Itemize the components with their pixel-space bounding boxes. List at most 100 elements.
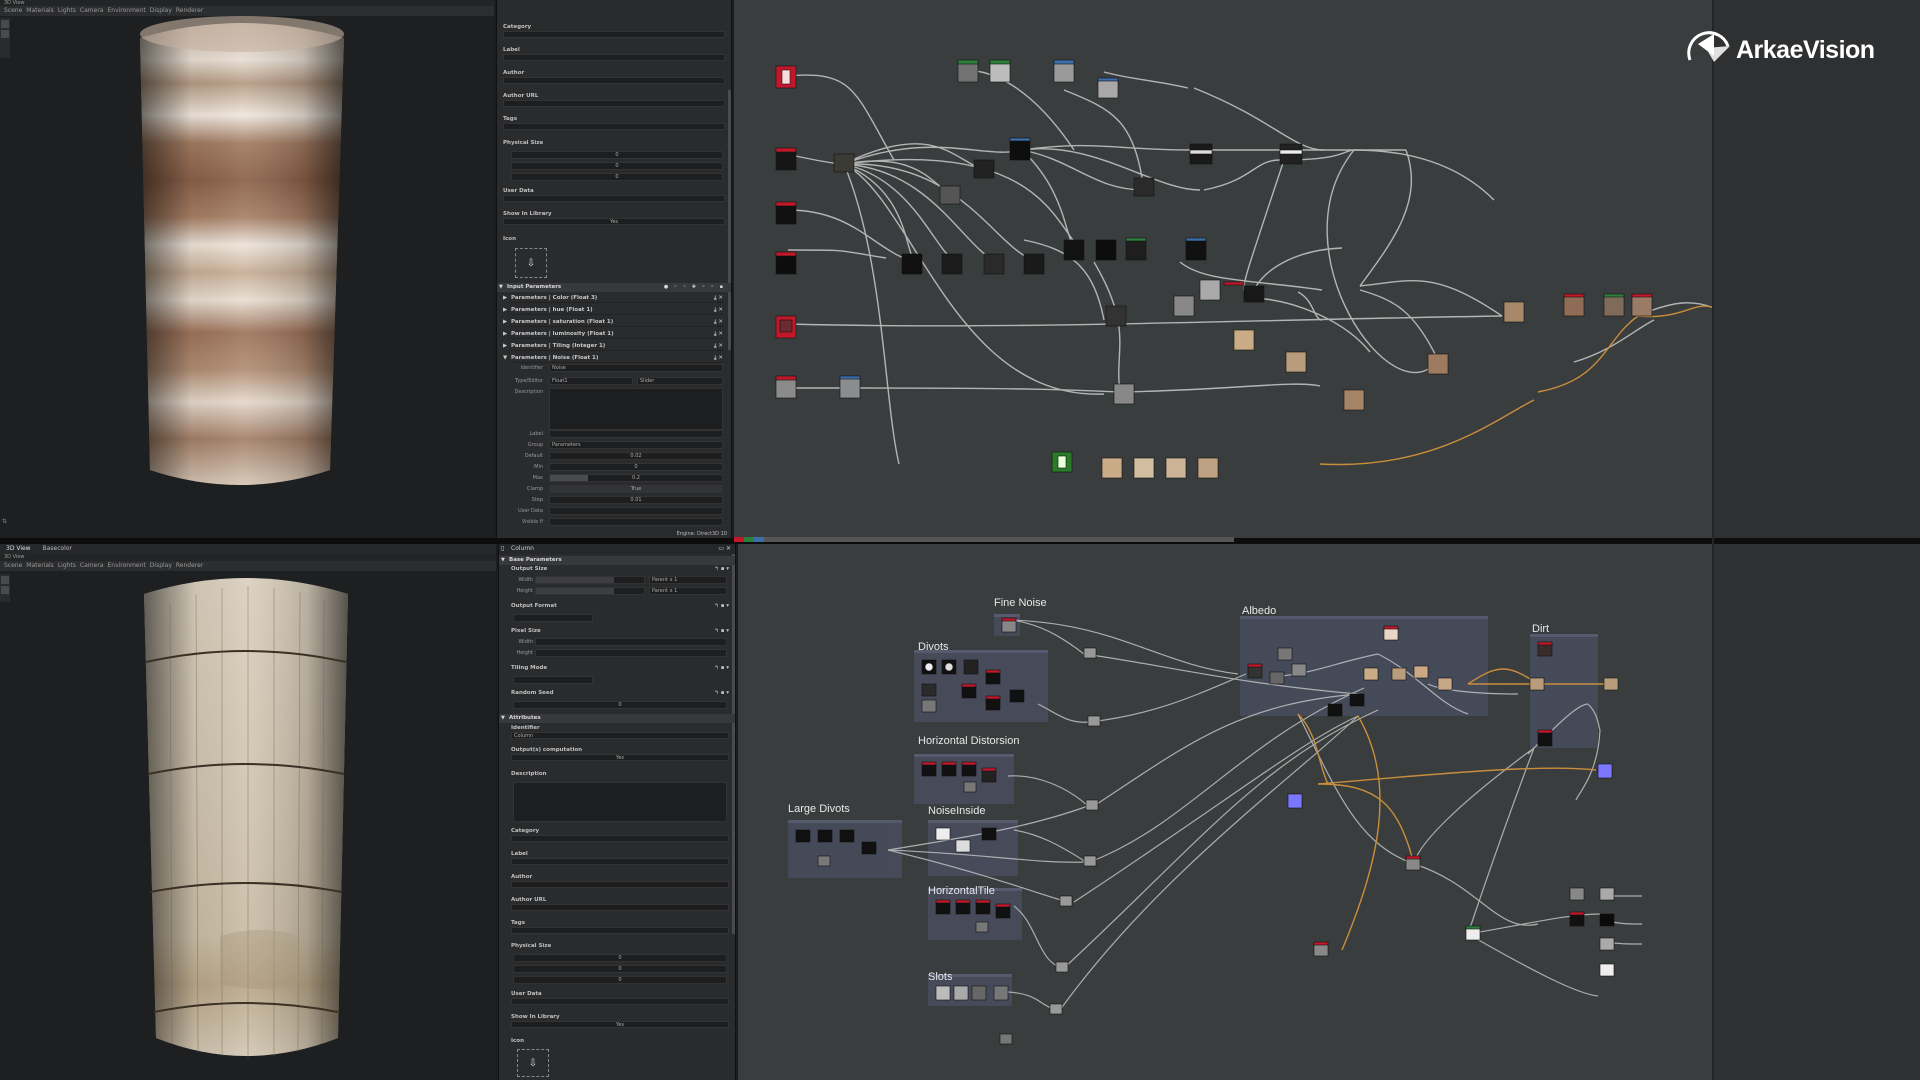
graph-node[interactable] xyxy=(817,855,831,867)
graph-node[interactable] xyxy=(1343,389,1365,411)
bottom-node-graph[interactable]: Fine Noise Divots Horizontal Distorsion … xyxy=(738,544,1714,1080)
author-url-input[interactable] xyxy=(503,100,725,107)
graph-node[interactable] xyxy=(1197,457,1219,479)
graph-node[interactable] xyxy=(1349,693,1365,707)
graph-node[interactable] xyxy=(957,61,979,83)
graph-node[interactable] xyxy=(955,901,971,915)
graph-node[interactable] xyxy=(973,159,995,179)
param-actions-icon[interactable]: ⤓ ✕ xyxy=(714,317,723,327)
graph-node[interactable] xyxy=(953,985,969,1001)
input-parameters-header[interactable]: ▼ Input Parameters ● ◦ ◦ ✚ ◦ ◦ ▪ xyxy=(497,283,731,292)
noise-visible-if-input[interactable] xyxy=(549,518,723,526)
author-input[interactable] xyxy=(511,881,729,888)
graph-node[interactable] xyxy=(1291,663,1307,677)
graph-node[interactable] xyxy=(1269,671,1285,685)
pixel-width-slider[interactable] xyxy=(535,638,727,646)
tiling-mode-select[interactable] xyxy=(513,676,593,684)
identifier-input[interactable]: Column xyxy=(511,732,729,739)
noise-type-select[interactable]: Float1 xyxy=(549,377,633,385)
show-in-library-toggle[interactable]: Yes xyxy=(511,1021,729,1028)
graph-node[interactable] xyxy=(1537,731,1553,747)
output-node-blue[interactable] xyxy=(1287,793,1303,809)
vertical-splitter-graph[interactable] xyxy=(1712,0,1714,1080)
physical-size-y[interactable]: 0 xyxy=(511,162,723,170)
show-in-library-toggle[interactable]: Yes xyxy=(503,218,725,225)
graph-node[interactable] xyxy=(817,829,833,843)
top-node-graph[interactable] xyxy=(734,0,1714,538)
graph-node[interactable] xyxy=(1603,677,1619,691)
graph-node[interactable] xyxy=(1009,689,1025,703)
graph-node[interactable] xyxy=(1391,667,1407,681)
graph-node[interactable] xyxy=(1053,61,1075,83)
graph-node[interactable] xyxy=(981,827,997,841)
graph-node[interactable] xyxy=(1599,937,1615,951)
random-seed-input[interactable]: 0 xyxy=(513,701,727,709)
graph-node[interactable] xyxy=(961,763,977,777)
graph-node[interactable] xyxy=(1243,285,1265,303)
output-format-select[interactable] xyxy=(513,614,593,622)
noise-identifier-input[interactable]: Noise xyxy=(549,364,723,372)
graph-node[interactable] xyxy=(1285,351,1307,373)
graph-node[interactable] xyxy=(993,985,1009,1001)
inherit-icon[interactable]: ↰ ▪ ▾ xyxy=(714,690,729,696)
noise-editor-select[interactable]: Slider xyxy=(637,377,723,385)
output-width-slider[interactable] xyxy=(535,576,645,584)
graph-node[interactable] xyxy=(1503,301,1525,323)
icon-drop-slot[interactable]: ⇩ xyxy=(517,1049,549,1077)
graph-node[interactable] xyxy=(1133,457,1155,479)
graph-node[interactable] xyxy=(1049,1003,1063,1015)
output-width-value[interactable]: Parent x 1 xyxy=(649,576,727,584)
graph-node[interactable] xyxy=(1465,927,1481,941)
graph-node[interactable] xyxy=(1097,79,1119,99)
graph-node[interactable] xyxy=(1165,457,1187,479)
graph-node[interactable] xyxy=(1537,643,1553,657)
param-item-hue[interactable]: ▶ Parameters | hue (Float 1) ⤓ ✕ xyxy=(503,305,723,315)
inherit-icon[interactable]: ↰ ▪ ▾ xyxy=(714,665,729,671)
user-data-input[interactable] xyxy=(511,998,729,1005)
label-input[interactable] xyxy=(503,54,725,61)
physical-size-z[interactable]: 0 xyxy=(513,976,727,984)
graph-node[interactable] xyxy=(795,829,811,843)
graph-node[interactable] xyxy=(1063,239,1085,261)
param-item-noise[interactable]: ▼ Parameters | Noise (Float 1) ⤓ ✕ xyxy=(503,353,723,363)
physical-size-y[interactable]: 0 xyxy=(513,965,727,973)
graph-node[interactable] xyxy=(961,685,977,699)
graph-node[interactable] xyxy=(775,203,797,225)
graph-node[interactable] xyxy=(963,659,979,675)
graph-node[interactable] xyxy=(941,763,957,777)
category-input[interactable] xyxy=(511,835,729,842)
graph-node[interactable] xyxy=(921,763,937,777)
graph-node[interactable] xyxy=(1563,295,1585,317)
graph-node[interactable] xyxy=(921,683,937,697)
graph-node[interactable] xyxy=(1569,913,1585,927)
graph-node[interactable] xyxy=(1363,667,1379,681)
description-input[interactable] xyxy=(513,782,727,822)
graph-node[interactable] xyxy=(1383,627,1399,641)
graph-node[interactable] xyxy=(955,839,971,853)
tags-input[interactable] xyxy=(511,927,729,934)
label-input[interactable] xyxy=(511,858,729,865)
noise-max-input[interactable]: 0.2 xyxy=(549,474,723,482)
graph-node[interactable] xyxy=(985,697,1001,711)
graph-node[interactable] xyxy=(995,905,1011,919)
graph-node[interactable] xyxy=(1437,677,1453,691)
graph-node[interactable] xyxy=(1001,619,1017,633)
user-data-input[interactable] xyxy=(503,195,725,202)
author-url-input[interactable] xyxy=(511,904,729,911)
noise-step-input[interactable]: 0.01 xyxy=(549,496,723,504)
graph-node[interactable] xyxy=(1599,963,1615,977)
graph-node[interactable] xyxy=(1569,887,1585,901)
graph-node[interactable] xyxy=(975,901,991,915)
top-3d-viewport[interactable]: 3D View Scene Materials Lights Camera En… xyxy=(0,0,494,538)
graph-node[interactable] xyxy=(1529,677,1545,691)
physical-size-x[interactable]: 0 xyxy=(511,151,723,159)
graph-node[interactable] xyxy=(921,699,937,713)
top-props-scrollbar[interactable] xyxy=(728,90,731,350)
param-item-saturation[interactable]: ▶ Parameters | saturation (Float 1) ⤓ ✕ xyxy=(503,317,723,327)
graph-node[interactable] xyxy=(1083,855,1097,867)
physical-size-z[interactable]: 0 xyxy=(511,173,723,181)
noise-min-input[interactable]: 0 xyxy=(549,463,723,471)
graph-node[interactable] xyxy=(1173,295,1195,317)
graph-node[interactable] xyxy=(1599,887,1615,901)
category-input[interactable] xyxy=(503,31,725,38)
